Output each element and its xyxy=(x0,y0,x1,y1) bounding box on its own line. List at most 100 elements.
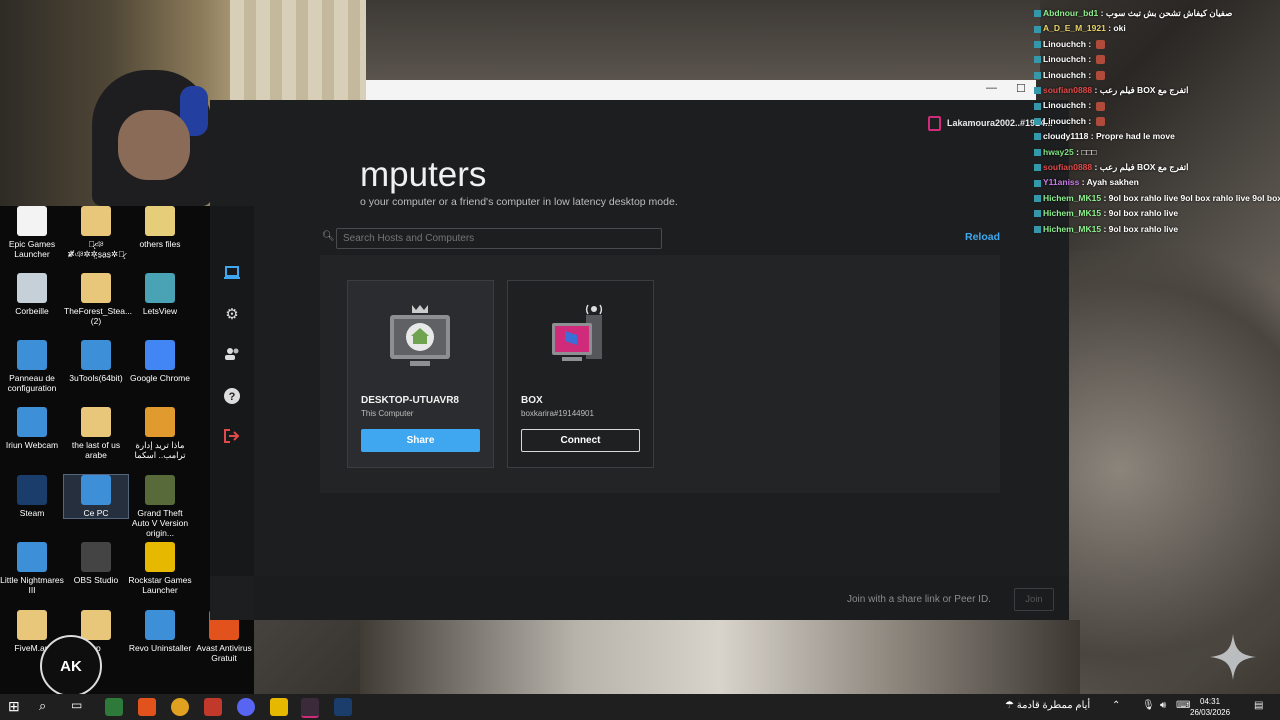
computer-name: DESKTOP-UTUAVR8 xyxy=(361,395,459,406)
chat-username: Linouchch xyxy=(1043,69,1086,80)
help-icon[interactable]: ? xyxy=(222,386,242,406)
desktop-icon-label: Little Nightmares III xyxy=(0,575,64,595)
chat-badge-icon xyxy=(1034,148,1041,156)
chat-text: 9ol box rahlo live 9ol box rahlo live 9o… xyxy=(1108,192,1280,203)
chat-badge-icon xyxy=(1034,195,1041,203)
microphone-icon: 🎙︎ xyxy=(1142,700,1155,711)
desktop-icon-label: others files xyxy=(139,239,181,249)
desktop-icon[interactable]: Rockstar Games Launcher xyxy=(128,542,192,595)
desktop-icon[interactable]: OBS Studio xyxy=(64,542,128,585)
share-button[interactable]: Share xyxy=(361,429,480,452)
chat-badge-icon xyxy=(1034,87,1041,95)
parsec-logo-icon xyxy=(928,116,941,131)
chat-message: Y11aniss : Ayah sakhen xyxy=(1034,177,1139,187)
maximize-button[interactable]: ☐ xyxy=(1016,82,1026,95)
desktop-app-icon xyxy=(145,542,175,572)
desktop-icon[interactable]: ماذا تريد إدارة ترامب.. اسكما xyxy=(128,407,192,460)
opera-icon[interactable] xyxy=(171,698,189,716)
windows-start-icon[interactable]: ⊞ xyxy=(8,698,26,716)
chat-emote-icon xyxy=(1095,40,1105,50)
chat-badge-icon xyxy=(1034,210,1041,218)
weather-widget[interactable]: ☂ أيام ممطرة قادمة xyxy=(1005,700,1090,711)
reload-button[interactable]: Reload xyxy=(965,231,1000,243)
chat-username: Linouchch xyxy=(1043,54,1086,65)
chat-separator: : xyxy=(1085,54,1094,65)
desktop-icon[interactable]: Panneau de configuration xyxy=(0,340,64,393)
desktop-icon[interactable]: LetsView xyxy=(128,273,192,316)
desktop-icon-label: 3uTools(64bit) xyxy=(69,373,123,383)
chat-text: فيلم رعب BOX اتفرج مع xyxy=(1099,85,1189,95)
desktop-app-icon xyxy=(145,340,175,370)
desktop-app-icon xyxy=(81,273,111,303)
taskbar-clock[interactable]: 04:31 26/03/2026 xyxy=(1190,696,1230,718)
keyboard-icon[interactable]: ⌨ xyxy=(1176,700,1190,711)
desktop-icon[interactable]: Steam xyxy=(0,475,64,518)
desktop-icon[interactable]: Ce PC xyxy=(63,474,129,519)
desktop-icon[interactable]: Epic Games Launcher xyxy=(0,206,64,259)
desktop-icon-label: ماذا تريد إدارة ترامب.. اسكما xyxy=(134,440,186,460)
computer-card-desktop[interactable]: DESKTOP-UTUAVR8 This Computer Share xyxy=(347,280,494,468)
pdf-app-icon[interactable] xyxy=(204,698,222,716)
settings-gear-icon[interactable]: ⚙ xyxy=(222,304,242,324)
desktop-icon[interactable]: Little Nightmares III xyxy=(0,542,64,595)
search-icon: 🔍︎ xyxy=(322,231,335,242)
discord-icon[interactable] xyxy=(237,698,255,716)
chat-message: Linouchch : xyxy=(1034,70,1105,80)
parsec-taskbar-icon[interactable] xyxy=(301,698,319,718)
parsec-sidebar: ⚙ ? xyxy=(210,206,254,576)
chat-emote-icon xyxy=(1095,101,1105,111)
chat-message: Linouchch : xyxy=(1034,54,1105,65)
search-input[interactable] xyxy=(336,228,662,249)
chat-text: 9ol box rahlo live xyxy=(1108,223,1179,234)
desktop-icon[interactable]: TheForest_Stea...(2) xyxy=(64,273,132,326)
chat-separator: : xyxy=(1092,162,1100,172)
rockstar-icon[interactable] xyxy=(270,698,288,716)
join-button[interactable]: Join xyxy=(1014,588,1054,611)
search-icon[interactable]: ⌕ xyxy=(39,698,57,716)
chat-text: oki xyxy=(1113,23,1126,34)
chat-message: Linouchch : xyxy=(1034,116,1105,127)
desktop-icon[interactable]: Grand Theft Auto V Version origin... xyxy=(128,475,192,538)
desktop-app-icon xyxy=(17,542,47,572)
store-icon[interactable] xyxy=(105,698,123,716)
chat-text: Propre had le move xyxy=(1095,131,1175,142)
desktop-icon[interactable]: Iriun Webcam xyxy=(0,407,64,450)
steam-taskbar-icon[interactable] xyxy=(334,698,352,716)
desktop-icon[interactable]: Revo Uninstaller xyxy=(128,610,192,653)
chat-separator: : xyxy=(1101,208,1109,219)
chat-separator: : xyxy=(1101,223,1109,234)
notifications-icon[interactable]: ▤ xyxy=(1254,700,1263,711)
desktop-icon-label: Iriun Webcam xyxy=(5,440,59,450)
desktop-app-icon xyxy=(145,610,175,640)
chat-badge-icon xyxy=(1034,71,1041,79)
computer-card-box[interactable]: BOX boxkarira#19144901 Connect xyxy=(507,280,654,468)
minimize-button[interactable]: — xyxy=(986,82,997,94)
desktop-icon[interactable]: others files xyxy=(128,206,192,249)
desktop-app-icon xyxy=(81,610,111,640)
connect-button[interactable]: Connect xyxy=(521,429,640,452)
chat-badge-icon xyxy=(1034,179,1041,187)
volume-icon[interactable]: 🔊︎ xyxy=(1160,700,1166,711)
desktop-icon[interactable]: ঞ̷̨ঞ ✲̸̸ঞ✲✲̤s̤a̤s̤✲ঞ̷̨ xyxy=(64,206,128,259)
stream-chat-overlay: Abdnour_bd1 : صفيان كيفاش تشحن بش تبث سو… xyxy=(1030,0,1280,240)
task-view-icon[interactable]: ▭ xyxy=(71,698,89,716)
desktop-icon[interactable]: Corbeille xyxy=(0,273,64,316)
desktop-icon-label: Steam xyxy=(19,508,45,518)
chat-message: Hichem_MK15 : 9ol box rahlo live 9ol box… xyxy=(1034,193,1280,203)
desktop-icon[interactable]: 3uTools(64bit) xyxy=(64,340,128,383)
chat-username: hway25 xyxy=(1043,146,1074,157)
computers-nav-icon[interactable] xyxy=(222,263,242,283)
svg-text:?: ? xyxy=(229,391,236,403)
chat-badge-icon xyxy=(1034,102,1041,110)
desktop-icon[interactable]: the last of us arabe xyxy=(64,407,128,460)
desktop-app-icon xyxy=(81,340,111,370)
page-title: mputers xyxy=(360,155,487,194)
chat-username: Hichem_MK15 xyxy=(1043,223,1102,234)
friends-icon[interactable] xyxy=(222,344,242,364)
chat-message: Hichem_MK15 : 9ol box rahlo live xyxy=(1034,224,1178,234)
desktop-icon[interactable]: Google Chrome xyxy=(128,340,192,383)
tray-chevron-icon[interactable]: ⌃ xyxy=(1112,700,1120,711)
brave-browser-icon[interactable] xyxy=(138,698,156,716)
sparkle-icon xyxy=(1210,634,1256,680)
sign-out-icon[interactable] xyxy=(222,426,242,446)
